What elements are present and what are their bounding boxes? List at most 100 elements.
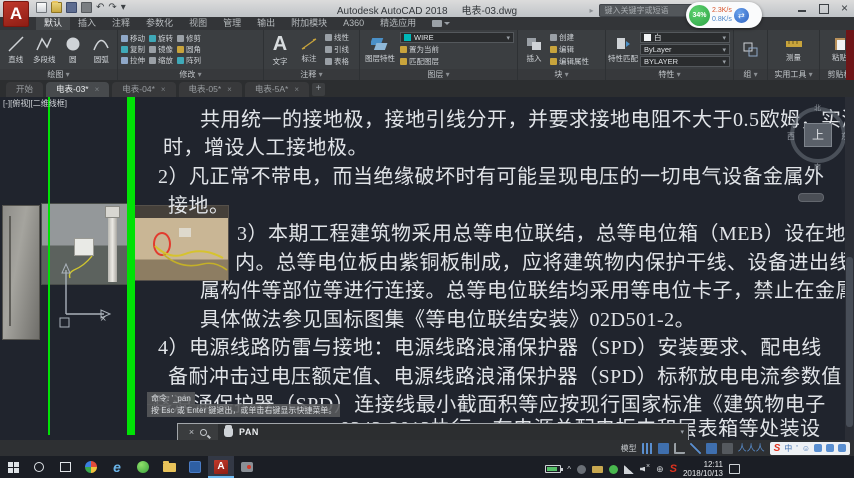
maximize-button[interactable] — [818, 3, 829, 14]
tab-default[interactable]: 默认 — [36, 17, 71, 30]
cortana-search-button[interactable] — [26, 456, 52, 478]
tray-360-icon[interactable] — [609, 464, 619, 474]
panel-label-modify[interactable]: 修改 — [118, 69, 263, 80]
file-explorer-button[interactable] — [156, 456, 182, 478]
model-space-button[interactable]: 模型 — [621, 443, 637, 454]
cad-text-line[interactable]: 2）凡正常不带电，而当绝缘破坏时有可能呈现电压的一切电气设备金属外 — [158, 160, 825, 189]
text-tool[interactable]: A 文字 — [267, 33, 293, 67]
search-input[interactable] — [604, 6, 693, 15]
measure-tool[interactable]: 测量 — [781, 37, 807, 63]
scale-tool[interactable]: 缩放 — [149, 55, 173, 66]
tray-app-icon[interactable] — [577, 464, 587, 474]
match-properties-tool[interactable]: 特性匹配 — [608, 36, 638, 64]
cad-text-line[interactable]: 具体做法参见国标图集《等电位联结安装》02D501-2。 — [200, 303, 695, 332]
network-ball-icon[interactable]: ⇄ — [733, 7, 749, 23]
performance-recorder-icon[interactable] — [430, 17, 452, 30]
set-current-layer-tool[interactable]: 置为当前 — [400, 44, 514, 55]
active-command[interactable]: PAN — [239, 427, 259, 437]
panel-label-utilities[interactable]: 实用工具 — [768, 69, 819, 80]
viewcube-top-face[interactable]: 上 — [804, 123, 832, 147]
emoji-icon[interactable]: ☺ — [802, 444, 810, 453]
cad-text-line[interactable]: 备耐冲击过电压额定值、电源线路浪涌保护器（SPD）标称放电电流参数值 — [168, 360, 842, 389]
cad-text-line[interactable]: 4）电源线路防雷与接地：电源线路浪涌保护器（SPD）安装要求、配电线 — [158, 331, 822, 360]
tab-close-icon[interactable]: × — [95, 82, 100, 97]
layer-properties-tool[interactable]: 图层特性 — [363, 36, 397, 64]
tab-manage[interactable]: 管理 — [215, 17, 249, 30]
screen-recorder-button[interactable] — [234, 456, 260, 478]
autocad-taskbar-button[interactable]: A — [208, 456, 234, 478]
browser-360-button[interactable] — [130, 456, 156, 478]
file-tab-dianbiao04[interactable]: 电表-04* × — [112, 82, 176, 97]
stretch-tool[interactable]: 拉伸 — [121, 55, 145, 66]
vertical-scrollbar[interactable] — [845, 97, 854, 440]
viewcube-north[interactable]: 北 — [814, 103, 821, 113]
toolbox-icon[interactable] — [838, 444, 846, 452]
drawing-canvas[interactable]: [-][俯视][二维线框] × 共用统一的接地极，接地引线分开，并要求接地电阻不… — [0, 97, 854, 440]
table-tool[interactable]: 表格 — [325, 56, 349, 67]
linetype-select[interactable]: ByLayer ▾ — [640, 44, 730, 55]
create-block-tool[interactable]: 创建 — [550, 32, 589, 43]
command-search-icon[interactable] — [200, 428, 208, 436]
cad-text-line[interactable]: 时，增设人工接地极。 — [163, 131, 368, 160]
file-tab-dianbiao03[interactable]: 电表-03* × — [46, 82, 110, 97]
group-icon[interactable] — [743, 42, 759, 58]
match-layer-tool[interactable]: 匹配图层 — [400, 56, 514, 67]
sogou-tray-icon[interactable]: S — [670, 463, 677, 475]
viewport-controls[interactable]: [-][俯视][二维线框] — [3, 98, 67, 109]
cad-text-line[interactable]: 内。总等电位板由紫铜板制成，应将建筑物内保护干线、设备进出线总管、 — [235, 246, 854, 275]
lineweight-select[interactable]: BYLAYER ▾ — [640, 56, 730, 67]
close-button[interactable]: × — [839, 2, 850, 14]
move-tool-tray-icon[interactable]: ⊕ — [656, 464, 664, 475]
trim-tool[interactable]: 修剪 — [177, 33, 201, 44]
file-tab-dianbiao5a[interactable]: 电表-5A* × — [244, 82, 310, 97]
cad-green-line-thin[interactable] — [48, 97, 50, 435]
arc-tool[interactable]: 圆弧 — [89, 35, 115, 65]
command-line-bar[interactable]: × PAN ▾ — [177, 423, 689, 440]
panel-label-block[interactable]: 块 — [518, 69, 605, 80]
minimize-button[interactable] — [797, 3, 808, 14]
leader-tool[interactable]: 引线 — [325, 44, 349, 55]
grid-toggle-icon[interactable] — [641, 442, 653, 454]
ortho-toggle-icon[interactable] — [673, 442, 685, 454]
panel-label-group[interactable]: 组 — [734, 69, 767, 80]
task-view-button[interactable] — [52, 456, 78, 478]
tab-view[interactable]: 视图 — [181, 17, 215, 30]
panel-label-properties[interactable]: 特性 — [606, 69, 733, 80]
volume-muted-icon[interactable] — [640, 463, 650, 474]
internet-explorer-button[interactable]: e — [104, 456, 130, 478]
tab-insert[interactable]: 插入 — [70, 17, 104, 30]
layer-select[interactable]: WIRE ▾ — [400, 32, 514, 43]
panel-label-layers[interactable]: 图层 — [360, 69, 517, 80]
snap-toggle-icon[interactable] — [657, 442, 669, 454]
scrollbar-thumb[interactable] — [846, 257, 853, 427]
cad-text-line[interactable]: 共用统一的接地极，接地引线分开，并要求接地电阻不大于0.5欧姆，实测 — [200, 103, 854, 132]
start-button[interactable] — [0, 456, 26, 478]
fillet-tool[interactable]: 圆角 — [177, 44, 201, 55]
battery-icon[interactable] — [545, 465, 564, 473]
insert-block-tool[interactable]: 插入 — [521, 36, 547, 64]
tab-parametric[interactable]: 参数化 — [138, 17, 181, 30]
cad-green-line-thick[interactable] — [127, 97, 135, 435]
tray-folder-icon[interactable] — [592, 465, 604, 473]
tab-close-icon[interactable]: × — [227, 82, 232, 97]
command-recent-caret-icon[interactable]: ▾ — [680, 428, 684, 436]
annotation-scale-icons[interactable]: 人人人 — [738, 443, 765, 454]
panel-label-annotate[interactable]: 注释 — [264, 69, 359, 80]
polar-tracking-icon[interactable] — [689, 442, 701, 454]
application-menu-button[interactable]: A — [3, 1, 29, 27]
speed-ball-overlay[interactable]: 34% 2.3K/s 0.8K/s ⇄ — [686, 2, 762, 28]
tab-close-icon[interactable]: × — [294, 82, 299, 97]
array-tool[interactable]: 阵列 — [177, 55, 201, 66]
panel-label-draw[interactable]: 绘图 — [0, 69, 117, 80]
new-drawing-tab-button[interactable]: + — [312, 83, 326, 96]
pinwheel-app-button[interactable] — [78, 456, 104, 478]
linear-dim-tool[interactable]: 线性 — [325, 32, 349, 43]
tab-featured-apps[interactable]: 精选应用 — [372, 17, 424, 30]
move-tool[interactable]: 移动 — [121, 33, 145, 44]
viewcube-west[interactable]: 西 — [787, 131, 795, 142]
action-center-icon[interactable] — [729, 464, 740, 474]
taskbar-clock[interactable]: 12:11 2018/10/13 — [683, 460, 723, 478]
dimension-tool[interactable]: 标注 — [296, 36, 322, 64]
sogou-logo-icon[interactable]: S — [774, 443, 781, 454]
tab-a360[interactable]: A360 — [335, 17, 372, 30]
